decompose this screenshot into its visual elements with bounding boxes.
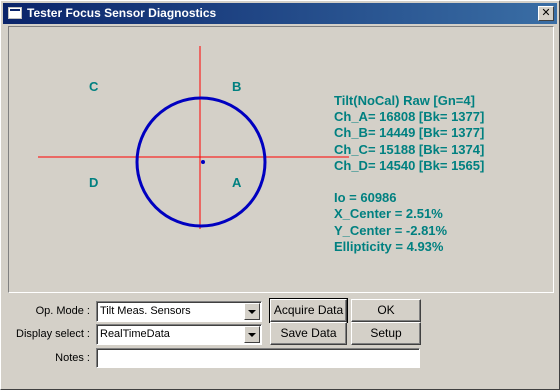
quadrant-label-a: A bbox=[232, 175, 242, 190]
channel-a-value: Ch_A= 16808 [Bk= 1377] bbox=[334, 109, 485, 125]
window-icon bbox=[8, 7, 22, 19]
center-dot bbox=[201, 160, 205, 164]
quadrant-label-d: D bbox=[89, 175, 99, 190]
y-center-value: Y_Center = -2.81% bbox=[334, 222, 448, 238]
ellipticity-value: Ellipticity = 4.93% bbox=[334, 238, 444, 254]
op-mode-label: Op. Mode : bbox=[35, 305, 90, 317]
display-select[interactable]: RealTimeData bbox=[96, 324, 262, 345]
title-bar[interactable]: Tester Focus Sensor Diagnostics ✕ bbox=[3, 3, 557, 24]
channel-d-value: Ch_D= 14540 [Bk= 1565] bbox=[334, 157, 485, 173]
readout-spacer bbox=[334, 174, 534, 190]
readout-header: Tilt(NoCal) Raw [Gn=4] bbox=[334, 93, 475, 108]
channel-b-value: Ch_B= 14449 [Bk= 1377] bbox=[334, 125, 485, 141]
notes-input[interactable] bbox=[96, 348, 420, 368]
x-center-value: X_Center = 2.51% bbox=[334, 206, 443, 222]
setup-button[interactable]: Setup bbox=[351, 322, 421, 345]
sensor-readout: Tilt(NoCal) Raw [Gn=4] Ch_A= 16808 [Bk= … bbox=[334, 93, 534, 255]
display-select-dropdown-icon[interactable] bbox=[244, 326, 260, 343]
io-value: Io = 60986 bbox=[334, 190, 397, 206]
op-mode-value: Tilt Meas. Sensors bbox=[100, 305, 191, 317]
quadrant-label-c: C bbox=[89, 79, 99, 94]
notes-label: Notes : bbox=[55, 352, 90, 364]
close-button[interactable]: ✕ bbox=[538, 6, 554, 21]
ok-button[interactable]: OK bbox=[351, 299, 421, 322]
acquire-data-button[interactable]: Acquire Data bbox=[269, 298, 348, 323]
diagnostics-window: Tester Focus Sensor Diagnostics ✕ C B D … bbox=[0, 0, 560, 390]
quadrant-label-b: B bbox=[232, 79, 242, 94]
display-select-value: RealTimeData bbox=[100, 328, 170, 340]
op-mode-dropdown-icon[interactable] bbox=[244, 303, 260, 320]
op-mode-select[interactable]: Tilt Meas. Sensors bbox=[96, 301, 262, 322]
display-select-label: Display select : bbox=[16, 328, 90, 340]
window-title: Tester Focus Sensor Diagnostics bbox=[27, 6, 217, 20]
channel-c-value: Ch_C= 15188 [Bk= 1374] bbox=[334, 141, 485, 157]
save-data-button[interactable]: Save Data bbox=[270, 322, 347, 345]
